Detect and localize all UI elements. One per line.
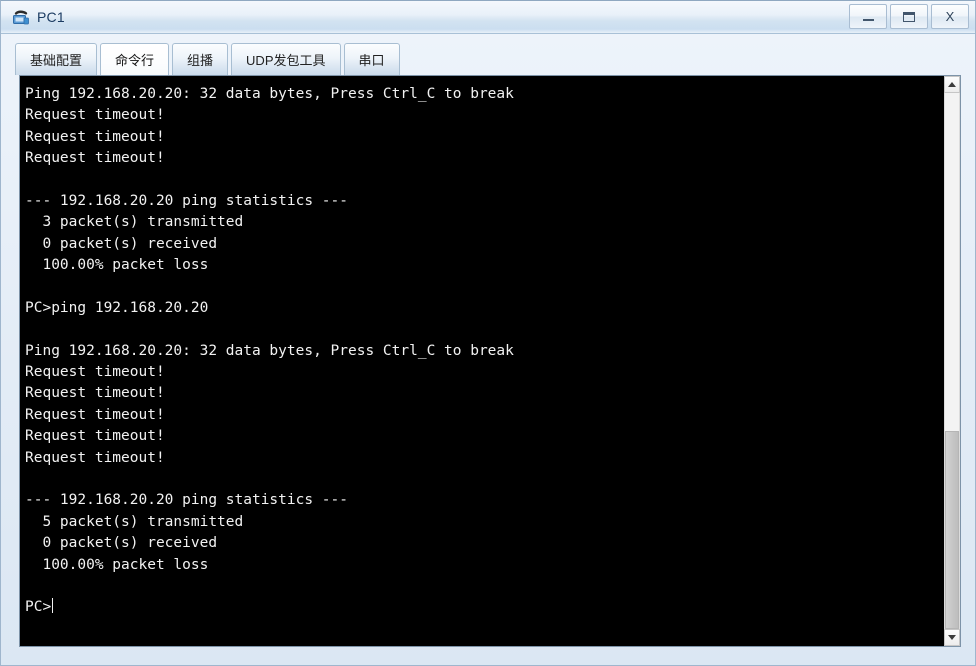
minimize-button[interactable] (849, 4, 887, 29)
pc-monitor-icon (11, 7, 31, 27)
scrollbar-track[interactable] (944, 93, 960, 629)
console-line: 0 packet(s) received (25, 535, 218, 552)
console-line: Request timeout! (25, 128, 165, 145)
console-line: Request timeout! (25, 107, 165, 124)
console-line: PC>ping 192.168.20.20 (25, 299, 209, 316)
chevron-down-icon (948, 635, 956, 640)
console-line: Request timeout! (25, 364, 165, 381)
console-line: 100.00% packet loss (25, 556, 209, 573)
text-cursor (52, 598, 54, 614)
chevron-up-icon (948, 82, 956, 87)
tab-multicast[interactable]: 组播 (172, 43, 229, 75)
minimize-icon (862, 19, 874, 21)
terminal-output[interactable]: Ping 192.168.20.20: 32 data bytes, Press… (20, 76, 943, 646)
close-icon: X (945, 9, 955, 24)
maximize-button[interactable] (890, 4, 928, 29)
console-line: 3 packet(s) transmitted (25, 214, 244, 231)
title-bar: PC1 X (1, 1, 975, 34)
tab-command-line[interactable]: 命令行 (100, 43, 170, 75)
tab-serial-port[interactable]: 串口 (343, 43, 400, 75)
console-line: Ping 192.168.20.20: 32 data bytes, Press… (25, 86, 514, 102)
scroll-down-button[interactable] (944, 629, 960, 646)
console-line: Request timeout! (25, 150, 165, 167)
console-line: Request timeout! (25, 406, 165, 423)
console-line: 5 packet(s) transmitted (25, 513, 244, 530)
pc1-window: PC1 X 基础配置 命令行 组播 UDP发包工具 串口 Ping 192.16… (0, 0, 976, 666)
vertical-scrollbar[interactable] (943, 76, 960, 646)
console-line: --- 192.168.20.20 ping statistics --- (25, 192, 349, 209)
console-line: Request timeout! (25, 385, 165, 402)
console-line: PC> (25, 598, 54, 616)
tab-label: 串口 (358, 53, 385, 68)
tab-label: 基础配置 (30, 53, 83, 68)
tab-label: UDP发包工具 (246, 53, 326, 68)
tab-label: 命令行 (115, 53, 155, 68)
window-controls: X (849, 4, 969, 29)
tab-basic-config[interactable]: 基础配置 (15, 43, 98, 75)
maximize-icon (903, 11, 915, 22)
tab-label: 组播 (187, 53, 214, 68)
console-line: 100.00% packet loss (25, 257, 209, 274)
tab-udp-tool[interactable]: UDP发包工具 (231, 43, 341, 75)
console-area: Ping 192.168.20.20: 32 data bytes, Press… (19, 75, 961, 647)
tab-strip: 基础配置 命令行 组播 UDP发包工具 串口 (1, 34, 975, 75)
close-button[interactable]: X (931, 4, 969, 29)
scrollbar-thumb[interactable] (945, 430, 959, 629)
console-line: --- 192.168.20.20 ping statistics --- (25, 492, 349, 509)
console-line: Request timeout! (25, 449, 165, 466)
console-line: 0 packet(s) received (25, 235, 218, 252)
console-line: Request timeout! (25, 428, 165, 445)
window-title: PC1 (37, 9, 65, 25)
scroll-up-button[interactable] (944, 76, 960, 93)
console-line: Ping 192.168.20.20: 32 data bytes, Press… (25, 342, 514, 359)
